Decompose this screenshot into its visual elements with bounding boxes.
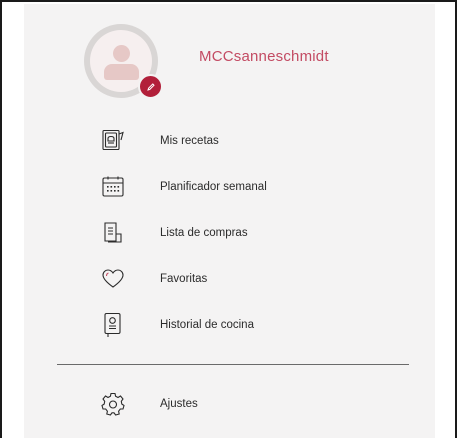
- recipe-book-icon: [98, 126, 128, 156]
- menu-item-ajustes[interactable]: Ajustes: [98, 389, 398, 419]
- menu-item-label: Ajustes: [160, 398, 198, 410]
- menu-item-mis-recetas[interactable]: Mis recetas: [98, 126, 398, 156]
- menu-item-label: Lista de compras: [160, 227, 248, 239]
- app-frame: MCCsanneschmidt Mis recetas Planificador…: [0, 0, 457, 438]
- heart-icon: [98, 264, 128, 294]
- frame-border-top: [0, 0, 457, 2]
- menu-item-lista-de-compras[interactable]: Lista de compras: [98, 218, 398, 248]
- menu-item-label: Planificador semanal: [160, 181, 267, 193]
- calendar-icon: [98, 172, 128, 202]
- partial-menu-icon: [104, 433, 124, 438]
- menu-item-label: Historial de cocina: [160, 319, 254, 331]
- frame-border-left: [0, 0, 2, 438]
- edit-avatar-button[interactable]: [138, 74, 163, 99]
- menu-item-label: Favoritas: [160, 273, 208, 285]
- menu-item-favoritas[interactable]: Favoritas: [98, 264, 398, 294]
- gear-icon: [98, 389, 128, 419]
- username: MCCsanneschmidt: [199, 48, 329, 65]
- shopping-list-icon: [98, 218, 128, 248]
- avatar[interactable]: [84, 24, 163, 99]
- menu-item-planificador-semanal[interactable]: Planificador semanal: [98, 172, 398, 202]
- menu-item-label: Mis recetas: [160, 135, 219, 147]
- avatar-head: [113, 45, 130, 62]
- menu-item-historial-de-cocina[interactable]: Historial de cocina: [98, 310, 398, 340]
- avatar-body: [104, 64, 139, 80]
- cooking-history-icon: [98, 310, 128, 340]
- menu-divider: [57, 364, 409, 365]
- pencil-icon: [146, 82, 155, 91]
